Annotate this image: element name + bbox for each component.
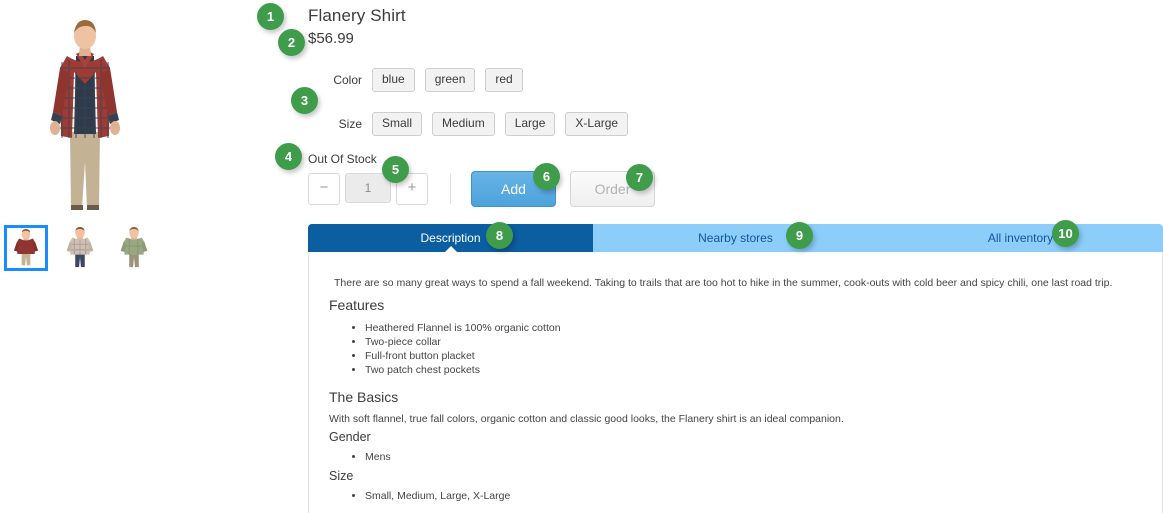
list-item: Mens [365,451,391,465]
list-item: Full-front button placket [365,350,561,364]
quantity-stepper[interactable]: − 1 + [308,173,428,205]
size-option-large[interactable]: Large [504,112,556,136]
purchase-controls: − 1 + Add Order [308,171,655,207]
size-list: Small, Medium, Large, X-Large [329,490,510,504]
list-item: Heathered Flannel is 100% organic cotton [365,322,561,336]
annotation-badge-5: 5 [382,156,409,183]
features-list: Heathered Flannel is 100% organic cotton… [329,322,561,378]
gender-heading: Gender [329,430,371,444]
features-heading: Features [329,297,385,313]
tab-bar: Description Nearby stores All inventory [308,224,1163,253]
annotation-badge-1: 1 [257,3,284,30]
annotation-badge-4: 4 [275,143,302,170]
control-divider [450,174,451,204]
color-option-red[interactable]: red [485,68,523,92]
size-option-row: Size Small Medium Large X-Large [300,112,638,136]
product-price: $56.99 [308,30,354,47]
size-label: Size [338,117,362,131]
thumbnail-strip[interactable] [4,225,156,271]
tab-nearby-stores[interactable]: Nearby stores [593,224,878,252]
annotation-badge-3: 3 [291,87,318,114]
gender-list: Mens [329,451,391,465]
basics-text: With soft flannel, true fall colors, org… [329,413,844,425]
list-item: Two patch chest pockets [365,364,561,378]
description-panel: There are so many great ways to spend a … [308,252,1163,513]
annotation-badge-7: 7 [626,164,653,191]
annotation-badge-8: 8 [486,222,513,249]
color-option-blue[interactable]: blue [372,68,415,92]
stock-status: Out Of Stock [308,152,377,166]
size-option-x-large[interactable]: X-Large [565,112,629,136]
list-item: Small, Medium, Large, X-Large [365,490,510,504]
thumbnail-image [66,227,94,268]
tab-description[interactable]: Description [308,224,593,253]
color-option-row: Color blue green red [300,68,533,92]
size-option-medium[interactable]: Medium [432,112,495,136]
tab-label: Nearby stores [698,231,773,245]
size-heading: Size [329,469,354,483]
list-item: Two-piece collar [365,336,561,350]
annotation-badge-9: 9 [786,222,813,249]
size-option-small[interactable]: Small [372,112,423,136]
model-illustration [50,20,120,210]
thumbnail-plaid-flannel[interactable] [58,225,102,271]
thumbnail-image [120,227,148,268]
color-label: Color [333,73,362,87]
thumbnail-red-flannel[interactable] [4,225,48,271]
annotation-badge-6: 6 [533,163,560,190]
annotation-badge-10: 10 [1052,220,1079,247]
tab-all-inventory[interactable]: All inventory [878,224,1163,252]
product-details-pane: Flanery Shirt $56.99 Color blue green re… [300,0,1163,513]
page-title: Flanery Shirt [308,6,406,25]
hero-product-image[interactable] [40,12,130,212]
tab-label: Description [420,231,481,245]
color-option-green[interactable]: green [424,68,476,92]
thumbnail-image [13,229,39,266]
thumbnail-green-flannel[interactable] [112,225,156,271]
description-intro: There are so many great ways to spend a … [334,277,1113,289]
product-gallery [0,0,300,513]
annotation-badge-2: 2 [278,29,305,56]
quantity-decrease-button[interactable]: − [308,173,340,205]
tab-label: All inventory [987,231,1054,245]
basics-heading: The Basics [329,389,399,405]
